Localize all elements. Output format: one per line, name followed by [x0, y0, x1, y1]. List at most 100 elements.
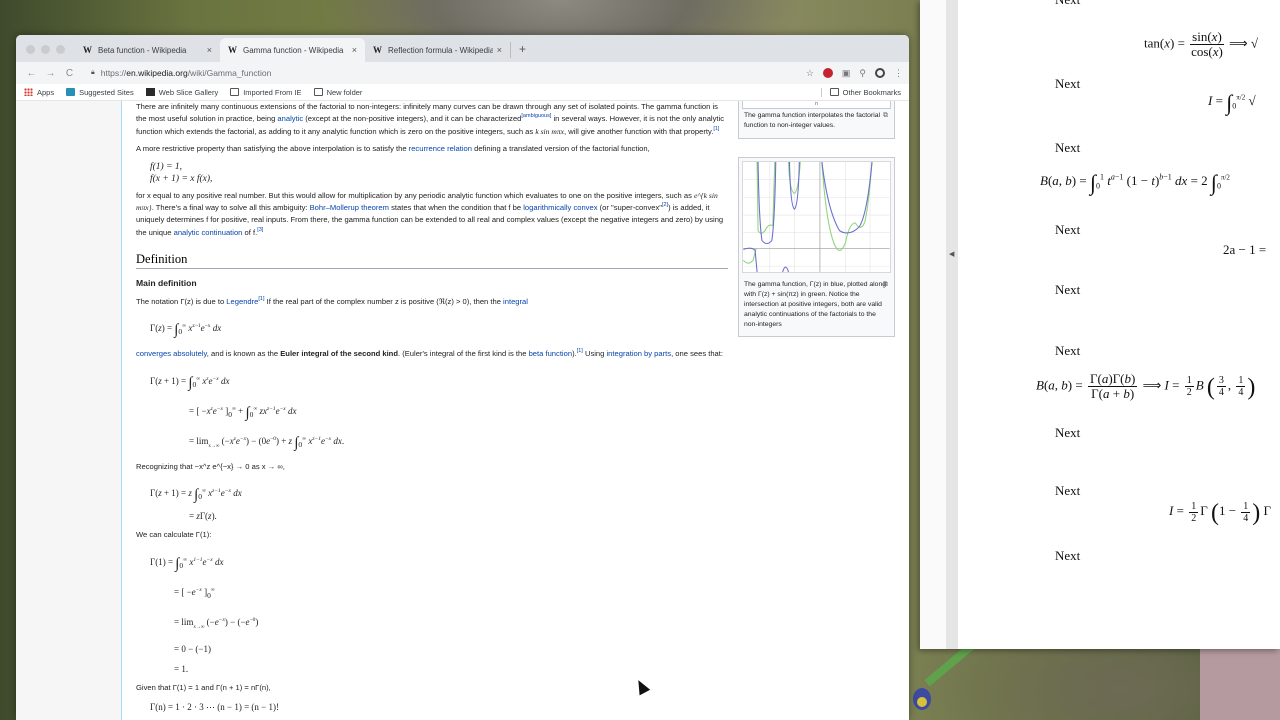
close-tab-icon[interactable]: × — [352, 45, 357, 55]
bookmark-other-bookmarks[interactable]: Other Bookmarks — [820, 87, 901, 97]
bookmark-apps[interactable]: Apps — [24, 88, 54, 97]
zoom-icon[interactable]: ⚲ — [859, 68, 866, 79]
new-tab-button[interactable]: + — [510, 42, 534, 58]
link-integral[interactable]: integral — [503, 297, 528, 306]
wikipedia-icon: W — [373, 45, 382, 55]
paragraph-bohr-mollerup: for x equal to any positive real number.… — [136, 190, 728, 240]
bookmark-web-slice-gallery[interactable]: Web Slice Gallery — [145, 87, 219, 97]
text: . (Euler's integral of the first kind is… — [397, 349, 529, 359]
link-analytic[interactable]: analytic — [277, 114, 303, 123]
equation-line: = zΓ(z). — [189, 511, 217, 522]
thumbnail-factorial-interpolation: n The gamma function interpolates the fa… — [738, 101, 895, 139]
next-label[interactable]: Next — [1055, 343, 1080, 359]
link-legendre[interactable]: Legendre — [226, 297, 258, 306]
bookmark-imported-from-ie[interactable]: Imported From IE — [230, 87, 302, 97]
profile-icon[interactable] — [875, 68, 885, 78]
reload-button[interactable]: C — [60, 68, 79, 79]
extension-icon[interactable] — [822, 68, 833, 78]
bookmark-suggested-sites[interactable]: Suggested Sites — [66, 88, 134, 97]
tab-manager-icon[interactable]: ▣ — [842, 68, 851, 79]
tab-beta-function[interactable]: W Beta function - Wikipedia × — [75, 38, 220, 62]
notes-splitter[interactable]: ◀ — [946, 0, 958, 649]
bookmark-new-folder[interactable]: New folder — [313, 87, 363, 97]
next-label[interactable]: Next — [1055, 282, 1080, 298]
reference-1[interactable]: [1] — [713, 126, 719, 132]
equation-line: = limx→∞ (−xze−x) − (0e−0) + z ∫0∞ xz−1e… — [189, 434, 345, 451]
tab-reflection-formula[interactable]: W Reflection formula - Wikipedia × — [365, 38, 510, 62]
close-window-button[interactable] — [26, 45, 35, 54]
wallpaper-flower-center — [917, 697, 927, 707]
next-label[interactable]: Next — [1055, 548, 1080, 564]
link-integration-by-parts[interactable]: integration by parts — [606, 349, 671, 358]
link-converges-absolutely[interactable]: converges absolutely — [136, 349, 207, 358]
wikipedia-icon: W — [228, 45, 237, 55]
minimize-window-button[interactable] — [41, 45, 50, 54]
tab-label: Reflection formula - Wikipedia — [388, 45, 493, 55]
gamma-plot-image[interactable] — [742, 161, 891, 273]
equation-line: f(x + 1) = x f(x), — [150, 173, 213, 184]
tab-strip: W Beta function - Wikipedia × W Gamma fu… — [16, 35, 909, 62]
link-logarithmically-convex[interactable]: logarithmically convex — [523, 203, 597, 212]
gamma-definition-equation: Γ(z) = ∫0∞ xz−1e−x dx — [136, 313, 728, 343]
collapse-left-icon[interactable]: ◀ — [949, 250, 954, 258]
tab-label: Beta function - Wikipedia — [98, 45, 187, 55]
back-button[interactable]: ← — [22, 68, 41, 79]
link-recurrence-relation[interactable]: recurrence relation — [409, 144, 472, 153]
text: (or "super-convex" — [597, 203, 662, 213]
close-tab-icon[interactable]: × — [497, 45, 502, 55]
bookmark-label: New folder — [326, 87, 363, 97]
maximize-window-button[interactable] — [56, 45, 65, 54]
folder-icon — [313, 88, 323, 96]
link-beta-function[interactable]: beta function — [529, 349, 573, 358]
text: states that when the condition that f be — [388, 203, 524, 213]
apps-grid-icon — [24, 88, 33, 96]
tab-gamma-function[interactable]: W Gamma function - Wikipedia × — [220, 38, 365, 62]
green-curve — [742, 161, 873, 264]
thumbnail-caption: The gamma function interpolates the fact… — [742, 109, 891, 133]
text: for x equal to any positive real number.… — [136, 190, 695, 200]
enlarge-icon[interactable]: ⧉ — [883, 280, 888, 290]
next-label[interactable]: Next — [1055, 425, 1080, 441]
link-bohr-mollerup[interactable]: Bohr–Mollerup theorem — [310, 203, 389, 212]
next-label[interactable]: Next — [1055, 76, 1080, 92]
url-scheme: https:// — [100, 68, 127, 78]
equation-line: = [ −xze−x ]0∞ + ∫0∞ zxz−1e−x dx — [189, 404, 297, 421]
bold-term: Euler integral of the second kind — [280, 349, 398, 359]
text: If the real part of the complex number z… — [264, 297, 504, 307]
recurrence-derivation-equations: Γ(z + 1) = z ∫0∞ xz−1e−x dx = zΓ(z). — [136, 478, 728, 524]
blue-curve — [743, 161, 873, 273]
equation-I: I = ∫0π/2 √ — [1208, 90, 1256, 115]
caption-text: The gamma function, Γ(z) in blue, plotte… — [744, 281, 887, 328]
factorial-equation: Γ(n) = 1 · 2 · 3 ⋯ (n − 1) = (n − 1)! — [136, 699, 728, 715]
next-label[interactable]: Next — [1055, 0, 1080, 8]
enlarge-icon[interactable]: ⧉ — [883, 111, 888, 121]
close-tab-icon[interactable]: × — [207, 45, 212, 55]
text: defining a translated version of the fac… — [471, 144, 650, 154]
article-content: There are infinitely many continuous ext… — [136, 101, 728, 720]
equation-final: I = 12Γ (1 − 1 4) Γ — [1169, 500, 1272, 526]
equation-line: Γ(z + 1) = ∫0∞ xze−x dx — [150, 374, 230, 391]
equation-line: = [ −e−x ]0∞ — [174, 586, 215, 600]
next-label[interactable]: Next — [1055, 483, 1080, 499]
next-label[interactable]: Next — [1055, 140, 1080, 156]
reference-3[interactable]: [3] — [257, 227, 263, 233]
menu-icon[interactable]: ⋮ — [894, 68, 903, 79]
bookmark-star-icon[interactable]: ☆ — [806, 68, 814, 79]
link-analytic-continuation[interactable]: analytic continuation — [174, 228, 243, 237]
bookmark-label: Imported From IE — [243, 87, 302, 97]
bookmark-label: Web Slice Gallery — [158, 87, 219, 97]
address-bar[interactable]: 🔒︎ https://en.wikipedia.org/wiki/Gamma_f… — [85, 64, 806, 82]
thumbnail-image[interactable]: n — [742, 101, 891, 109]
equation-beta-integral: B(a, b) = ∫01 ta−1 (1 − t)b−1 dx = 2 ∫0π… — [1040, 170, 1230, 195]
browser-window: W Beta function - Wikipedia × W Gamma fu… — [16, 35, 909, 720]
next-label[interactable]: Next — [1055, 222, 1080, 238]
equation-beta-gamma: B(a, b) = Γ(a)Γ(b) Γ(a + b) ⟹ I = 12B (3 4… — [1036, 371, 1256, 401]
forward-button[interactable]: → — [41, 68, 60, 79]
equation-line: Γ(1) = ∫0∞ x1−1e−x dx — [150, 555, 224, 572]
bing-icon — [66, 88, 76, 96]
left-sidebar — [16, 101, 122, 720]
ambiguous-note[interactable]: [ambiguous] — [521, 113, 551, 120]
equation-line: Γ(z) = ∫0∞ xz−1e−x dx — [150, 322, 222, 339]
bookmark-label: Apps — [37, 87, 55, 97]
toolbar-icons: ☆ ▣ ⚲ ⋮ — [806, 68, 903, 79]
